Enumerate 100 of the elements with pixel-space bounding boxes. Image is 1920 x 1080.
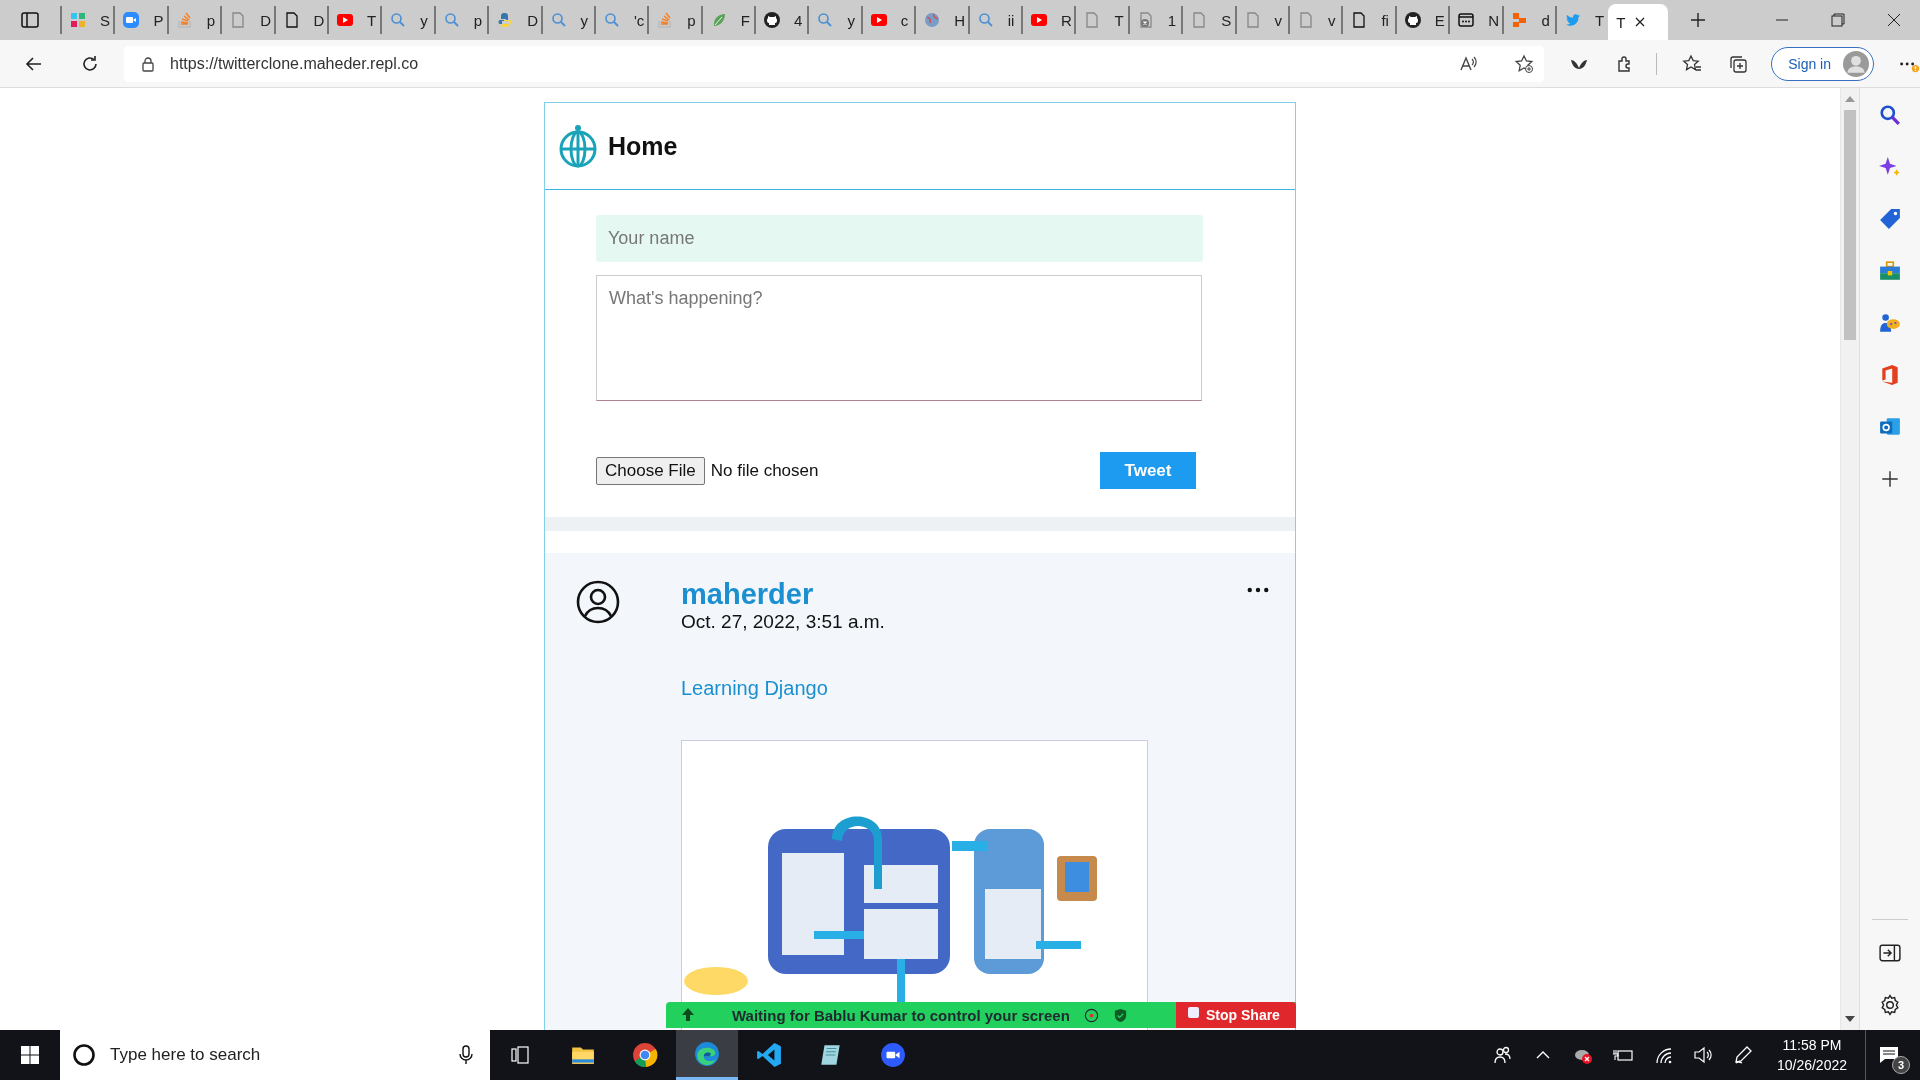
page-icon (1244, 12, 1261, 28)
search-icon (550, 12, 567, 28)
favorites-icon[interactable] (1681, 53, 1704, 74)
browser-tab[interactable]: v (1288, 6, 1342, 34)
page-icon (1191, 12, 1208, 28)
notification-count: 3 (1892, 1056, 1910, 1074)
browser-tab[interactable]: y (380, 6, 434, 34)
browser-tab[interactable]: p (433, 6, 488, 34)
browser-tab[interactable]: 'c (593, 6, 648, 34)
browser-tab[interactable]: d (1501, 6, 1555, 34)
browser-tab[interactable]: R (1021, 6, 1075, 34)
page-icon (1298, 12, 1314, 28)
close-icon[interactable] (1633, 16, 1646, 28)
browser-tab[interactable]: E (1394, 6, 1449, 34)
page-title: Home (608, 131, 678, 161)
page-icon (1351, 12, 1368, 28)
tab-actions-icon[interactable] (20, 10, 40, 30)
add-icon[interactable] (1879, 468, 1901, 490)
more-icon[interactable] (1247, 587, 1269, 593)
stop-share-button[interactable]: Stop Share (1176, 1002, 1296, 1028)
browser-tab[interactable]: D (273, 6, 327, 34)
browser-tab[interactable]: y (540, 6, 594, 34)
post-text: Learning Django (681, 677, 828, 700)
taskbar-search-field[interactable]: Type here to search (60, 1030, 490, 1080)
stack-icon (176, 12, 193, 28)
clock-time: 11:58 PM (1782, 1036, 1842, 1055)
microphone-icon[interactable] (458, 1045, 474, 1065)
search-icon[interactable] (1879, 104, 1901, 126)
tag-icon[interactable] (1879, 208, 1901, 230)
volume-icon[interactable] (1692, 1045, 1713, 1065)
browser-tab[interactable]: H (914, 6, 968, 34)
scrollbar[interactable] (1840, 88, 1859, 1030)
clock-date: 10/26/2022 (1776, 1056, 1847, 1075)
browser-tab[interactable]: 4 (754, 6, 808, 34)
browser-tab[interactable]: D (220, 6, 274, 34)
browser-tab[interactable]: S (1181, 6, 1235, 34)
choose-file-button[interactable]: Choose File (596, 456, 705, 485)
scroll-down-icon[interactable] (1845, 1016, 1855, 1022)
shield-icon (1112, 1007, 1128, 1023)
browser-tab[interactable]: S (60, 6, 114, 34)
search-icon (977, 12, 994, 28)
browser-tab[interactable]: T (1074, 6, 1128, 34)
browser-tab[interactable]: p (647, 6, 701, 34)
camera-icon (123, 12, 140, 28)
stack-icon (657, 12, 674, 28)
people-icon[interactable] (1492, 1045, 1513, 1065)
grid-icon (70, 12, 86, 28)
browser-tab[interactable]: D (487, 6, 541, 34)
clock[interactable]: 11:58 PM 10/26/2022 (1776, 1035, 1847, 1075)
new-tab-icon[interactable] (1690, 12, 1707, 28)
page-icon (283, 12, 300, 28)
globe-icon (924, 12, 941, 28)
browser-tab[interactable]: P (113, 6, 167, 34)
cat-logo-icon (1404, 12, 1421, 28)
browser-tab[interactable]: N (1448, 6, 1502, 34)
browser-tab[interactable]: T (1608, 4, 1669, 40)
page-icon (1084, 12, 1101, 28)
wave-logo-icon (694, 1040, 720, 1067)
browser-ball-icon (632, 1042, 658, 1068)
browser-tab[interactable]: v (1234, 6, 1288, 34)
pen-icon[interactable] (1732, 1045, 1753, 1065)
browser-tab[interactable]: y (807, 6, 861, 34)
mail-icon[interactable] (1879, 416, 1901, 438)
start-icon[interactable] (20, 1045, 40, 1065)
restore-icon[interactable] (1830, 12, 1846, 28)
game-icon[interactable] (1879, 312, 1901, 334)
reload-icon[interactable] (80, 53, 100, 74)
scroll-thumb[interactable] (1844, 110, 1856, 340)
browser-tab[interactable]: T (326, 6, 381, 34)
name-field[interactable]: Your name (596, 215, 1203, 262)
globe-logo-icon (558, 124, 598, 168)
briefcase-icon[interactable] (1879, 260, 1901, 282)
tweet-field[interactable]: What's happening? (596, 275, 1202, 401)
user-avatar-icon (576, 580, 620, 624)
page-icon (230, 12, 247, 28)
office-icon[interactable] (1879, 364, 1901, 386)
search-icon (443, 12, 460, 28)
browser-tab[interactable]: p (166, 6, 221, 34)
task-view-icon[interactable] (510, 1045, 530, 1065)
hide-sidebar-icon[interactable] (1879, 942, 1901, 964)
browser-tab[interactable]: ii (967, 6, 1022, 34)
pointer-icon (680, 1007, 696, 1023)
record-icon (1083, 1007, 1099, 1023)
play-icon (870, 12, 887, 28)
sign-in-button[interactable]: Sign in (1771, 46, 1874, 81)
cat-logo-icon (764, 12, 781, 28)
notifications-button[interactable]: 3 (1865, 1030, 1912, 1080)
collections-icon[interactable] (1727, 53, 1750, 74)
browser-tab[interactable]: 1 (1127, 6, 1182, 34)
settings-icon[interactable] (1879, 994, 1901, 1016)
code-editor-icon (756, 1042, 782, 1068)
browser-tab[interactable]: c (860, 6, 915, 34)
browser-tab[interactable]: F (700, 6, 755, 34)
address-field[interactable]: https://twitterclone.maheder.repl.co (124, 45, 1545, 82)
search-ring-icon (72, 1043, 96, 1067)
add-favorite-icon[interactable] (1514, 53, 1535, 74)
sparkle-icon[interactable] (1879, 156, 1901, 178)
browser-tab[interactable]: fi (1341, 6, 1395, 34)
window-icon (1458, 12, 1475, 28)
close-icon[interactable] (1886, 12, 1902, 28)
